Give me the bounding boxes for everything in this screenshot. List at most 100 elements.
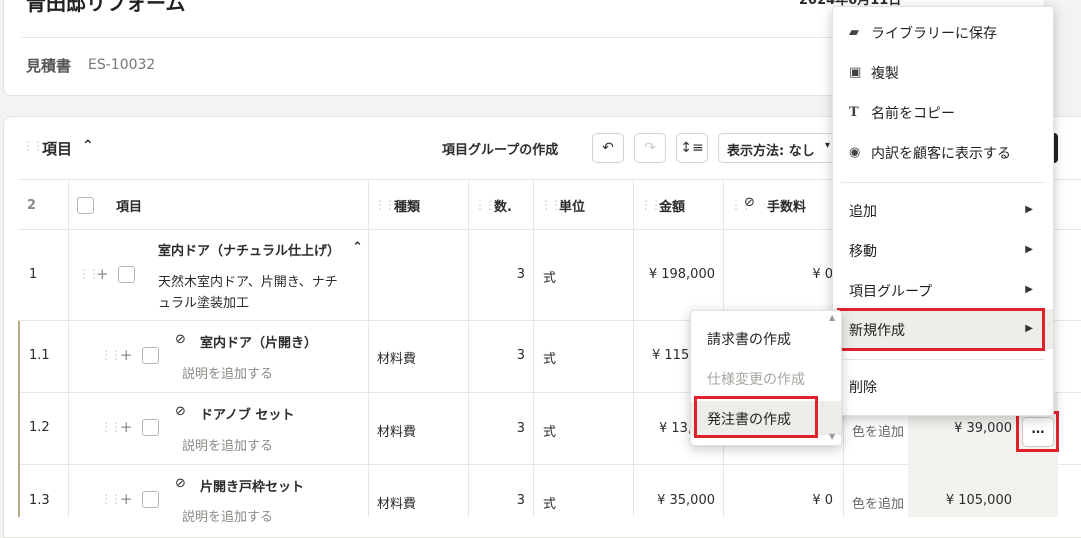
header-amount: 金額 bbox=[659, 200, 686, 215]
row-number: 1 bbox=[29, 267, 38, 282]
highlight-purchase-order bbox=[694, 396, 818, 438]
row-title: ドアノブ セット bbox=[200, 408, 295, 423]
hidden-eye-icon: ⊘ bbox=[744, 195, 755, 210]
drag-handle-icon: ⋮⋮ bbox=[540, 198, 562, 212]
scroll-up-icon: ▲ bbox=[829, 313, 836, 322]
row-drag-handle-icon[interactable]: ⋮⋮ bbox=[100, 420, 122, 434]
row-qty: 3 bbox=[516, 267, 525, 282]
header-type: 種類 bbox=[394, 200, 421, 215]
row-total: ¥ 105,000 bbox=[945, 493, 1012, 508]
row-checkbox[interactable] bbox=[142, 347, 159, 364]
hidden-eye-icon[interactable]: ⊘ bbox=[175, 332, 186, 347]
header-item: 項目 bbox=[116, 200, 143, 215]
book-icon: ▰ bbox=[849, 25, 859, 40]
page-title: 青田邸リフォーム bbox=[26, 0, 186, 15]
row-description[interactable]: 説明を追加する bbox=[182, 506, 273, 525]
header-fee: 手数料 bbox=[767, 200, 807, 215]
sort-icon: ↕≡ bbox=[680, 140, 704, 156]
section-drag-handle-icon[interactable]: ⋮⋮ bbox=[22, 139, 44, 153]
row-description[interactable]: 説明を追加する bbox=[182, 363, 273, 382]
row-description[interactable]: 説明を追加する bbox=[182, 435, 273, 454]
document-id: ES-10032 bbox=[88, 57, 156, 73]
row-total: ¥ 39,000 bbox=[954, 421, 1012, 436]
row-drag-handle-icon[interactable]: ⋮⋮ bbox=[78, 267, 100, 281]
drag-handle-icon: ⋮⋮ bbox=[640, 198, 662, 212]
menu-divider bbox=[841, 359, 1045, 360]
row-checkbox[interactable] bbox=[142, 491, 159, 508]
row-amount: ¥ 35,000 bbox=[657, 493, 715, 508]
display-mode-select[interactable]: 表示方法: なし ▾ bbox=[718, 133, 840, 163]
row-unit: 式 bbox=[543, 497, 557, 512]
row-unit: 式 bbox=[543, 271, 557, 286]
add-row-icon[interactable]: + bbox=[96, 265, 109, 283]
redo-icon: ↷ bbox=[644, 140, 656, 156]
table-row[interactable] bbox=[18, 230, 838, 320]
menu-item-copy-name[interactable]: T 名前をコピー bbox=[833, 103, 1053, 125]
collapse-chevron-icon[interactable]: ⌃ bbox=[352, 240, 363, 255]
document-type-label: 見積書 bbox=[26, 57, 72, 75]
collapse-chevron-icon[interactable]: ⌃ bbox=[82, 138, 94, 154]
row-type: 材料費 bbox=[377, 425, 417, 440]
row-description: ュラル塗装加工 bbox=[158, 296, 250, 311]
row-type: 材料費 bbox=[377, 352, 417, 367]
row-unit: 式 bbox=[543, 425, 557, 440]
row-title: 片開き戸枠セット bbox=[200, 480, 305, 495]
row-checkbox[interactable] bbox=[118, 266, 135, 283]
menu-item-add[interactable]: 追加 ▶ bbox=[833, 201, 1053, 223]
sort-button[interactable]: ↕≡ bbox=[676, 133, 708, 163]
create-group-button[interactable]: 項目グループの作成 bbox=[442, 139, 558, 158]
drag-handle-icon: ⋮⋮ bbox=[474, 198, 496, 212]
header-unit: 単位 bbox=[559, 200, 586, 215]
scroll-down-icon: ▼ bbox=[829, 432, 836, 441]
add-row-icon[interactable]: + bbox=[120, 490, 133, 508]
add-row-icon[interactable]: + bbox=[120, 346, 133, 364]
row-color[interactable]: 色を追加 bbox=[852, 421, 904, 440]
menu-item-delete[interactable]: 削除 bbox=[833, 377, 1053, 399]
header-qty: 数. bbox=[494, 200, 512, 215]
row-count: 2 bbox=[27, 198, 37, 213]
row-drag-handle-icon[interactable]: ⋮⋮ bbox=[100, 348, 122, 362]
menu-item-save-library[interactable]: ▰ ライブラリーに保存 bbox=[833, 23, 1053, 45]
duplicate-icon: ▣ bbox=[849, 65, 862, 80]
row-qty: 3 bbox=[516, 493, 525, 508]
row-color[interactable]: 色を追加 bbox=[852, 493, 904, 512]
eye-icon: ◉ bbox=[849, 145, 861, 160]
text-icon: T bbox=[849, 105, 859, 120]
hidden-eye-icon[interactable]: ⊘ bbox=[175, 476, 186, 491]
submenu-scrollbar[interactable]: ▲ ▼ bbox=[827, 313, 839, 443]
menu-item-move[interactable]: 移動 ▶ bbox=[833, 241, 1053, 263]
row-fee: ¥ 0 bbox=[812, 493, 833, 508]
menu-item-duplicate[interactable]: ▣ 複製 bbox=[833, 63, 1053, 85]
row-number: 1.1 bbox=[29, 348, 50, 363]
highlight-create-new bbox=[837, 308, 1045, 351]
row-description: 天然木室内ドア、片開き、ナチ bbox=[158, 275, 338, 290]
menu-item-group[interactable]: 項目グループ ▶ bbox=[833, 281, 1053, 303]
undo-button[interactable]: ↶ bbox=[592, 133, 624, 163]
row-number: 1.2 bbox=[29, 420, 50, 435]
drag-handle-icon: ⋮⋮ bbox=[374, 198, 396, 212]
select-all-checkbox[interactable] bbox=[77, 197, 94, 214]
chevron-right-icon: ▶ bbox=[1025, 284, 1033, 295]
add-row-icon[interactable]: + bbox=[120, 418, 133, 436]
row-qty: 3 bbox=[516, 421, 525, 436]
chevron-right-icon: ▶ bbox=[1025, 204, 1033, 215]
undo-icon: ↶ bbox=[602, 140, 614, 156]
highlight-more-button bbox=[1016, 411, 1059, 452]
row-unit: 式 bbox=[543, 352, 557, 367]
row-qty: 3 bbox=[516, 348, 525, 363]
row-number: 1.3 bbox=[29, 493, 50, 508]
row-amount: ¥ 198,000 bbox=[648, 267, 715, 282]
menu-divider bbox=[841, 182, 1045, 183]
chevron-down-icon: ▾ bbox=[825, 140, 831, 151]
display-mode-label: 表示方法: なし bbox=[727, 144, 815, 159]
row-drag-handle-icon[interactable]: ⋮⋮ bbox=[100, 492, 122, 506]
submenu-item-invoice[interactable]: 請求書の作成 bbox=[691, 329, 841, 351]
row-title: 室内ドア（片開き） bbox=[200, 336, 318, 351]
row-type: 材料費 bbox=[377, 497, 417, 512]
menu-item-show-breakdown[interactable]: ◉ 内訳を顧客に表示する bbox=[833, 143, 1053, 165]
redo-button[interactable]: ↷ bbox=[634, 133, 666, 163]
row-title: 室内ドア（ナチュラル仕上げ） bbox=[158, 244, 341, 259]
submenu-item-change-order[interactable]: 仕様変更の作成 bbox=[691, 369, 841, 391]
row-checkbox[interactable] bbox=[142, 419, 159, 436]
hidden-eye-icon[interactable]: ⊘ bbox=[175, 404, 186, 419]
